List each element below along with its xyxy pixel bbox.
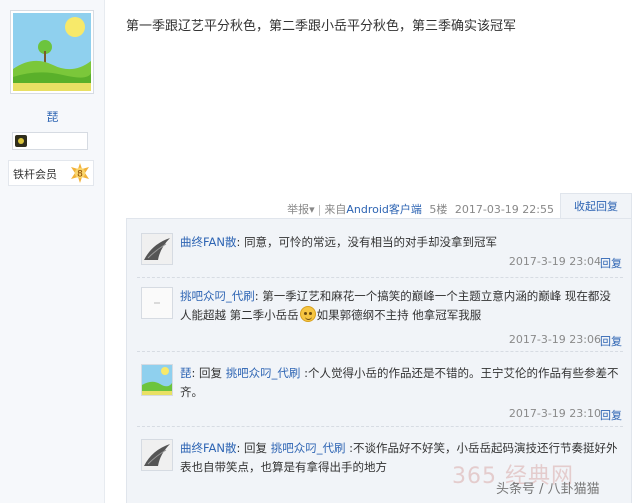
reply-item: 曲终FAN散: 同意，可怜的常远，没有相当的对手却没拿到冠军 2017-3-19…: [137, 231, 623, 271]
source-label-prefix: 来自: [324, 203, 347, 216]
reply-separator: :: [236, 235, 245, 249]
author-name[interactable]: 琵: [0, 108, 105, 125]
bird-avatar-image: [142, 440, 172, 470]
reply-to-label: : 回复: [236, 441, 271, 455]
reply-button[interactable]: 回复: [600, 333, 622, 349]
author-badge[interactable]: [12, 132, 88, 150]
source-watermark: 头条号 / 八卦猫猫: [496, 482, 600, 497]
bird-avatar-image: [142, 234, 172, 264]
reply-divider: [137, 426, 623, 427]
collapse-replies-button[interactable]: 收起回复: [560, 193, 632, 219]
source-client-link[interactable]: Android客户端: [346, 203, 422, 216]
floor-number: 5楼: [429, 203, 448, 216]
reply-divider: [137, 351, 623, 352]
reply-avatar[interactable]: [141, 233, 173, 265]
reply-text: 挑吧众叼_代刷: 第一季辽艺和麻花一个搞笑的巅峰一个主题立意内涵的巅峰 现在都没…: [180, 287, 620, 325]
default-avatar-image: [142, 288, 172, 318]
reply-to-label: : 回复: [191, 366, 226, 380]
member-label: 铁杆会员: [13, 168, 57, 181]
reply-target-username[interactable]: 挑吧众叼_代刷: [271, 441, 346, 455]
badge-icon: [15, 135, 27, 147]
member-level-row[interactable]: 铁杆会员 8: [8, 160, 94, 186]
reply-target-username[interactable]: 挑吧众叼_代刷: [226, 366, 301, 380]
report-link[interactable]: 举报▾: [287, 203, 315, 216]
reply-username[interactable]: 曲终FAN散: [180, 235, 237, 249]
post-page: 琵 铁杆会员 8 第一季跟辽艺平分秋色，第二季跟小岳平分秋色，第三季确实该冠军 …: [0, 0, 640, 503]
post-time: 2017-03-19 22:55: [454, 203, 554, 216]
reply-text: 琵: 回复 挑吧众叼_代刷 :个人觉得小岳的作品还是不错的。王宁艾伦的作品有些参…: [180, 364, 620, 402]
reply-button[interactable]: 回复: [600, 255, 622, 271]
post-content: 第一季跟辽艺平分秋色，第二季跟小岳平分秋色，第三季确实该冠军: [126, 19, 517, 34]
reply-divider: [137, 277, 623, 278]
reply-avatar[interactable]: [141, 364, 173, 396]
reply-avatar[interactable]: [141, 439, 173, 471]
reply-username[interactable]: 琵: [180, 366, 192, 380]
landscape-avatar-image: [142, 365, 172, 395]
landscape-avatar-image: [13, 13, 91, 91]
reply-avatar[interactable]: [141, 287, 173, 319]
reply-text: 曲终FAN散: 同意，可怜的常远，没有相当的对手却没拿到冠军: [180, 233, 620, 252]
reply-item: 挑吧众叼_代刷: 第一季辽艺和麻花一个搞笑的巅峰一个主题立意内涵的巅峰 现在都没…: [137, 285, 623, 348]
post-meta: 举报▾ | 来自Android客户端 5楼 2017-03-19 22:55: [287, 201, 554, 217]
reply-item: 琵: 回复 挑吧众叼_代刷 :个人觉得小岳的作品还是不错的。王宁艾伦的作品有些参…: [137, 362, 623, 422]
author-avatar[interactable]: [10, 10, 94, 94]
author-panel: 琵 铁杆会员 8: [0, 0, 105, 503]
reply-content-continued: 如果郭德纲不主持 他拿冠军我服: [316, 308, 482, 322]
reply-button[interactable]: 回复: [600, 407, 622, 423]
smile-emoji-icon: [299, 306, 316, 322]
reply-time: 2017-3-19 23:10: [508, 407, 601, 420]
level-number: 8: [77, 170, 83, 180]
reply-username[interactable]: 挑吧众叼_代刷: [180, 289, 255, 303]
reply-time: 2017-3-19 23:04: [508, 255, 601, 268]
reply-time: 2017-3-19 23:06: [508, 333, 601, 346]
level-badge-icon: 8: [71, 163, 89, 183]
reply-username[interactable]: 曲终FAN散: [180, 441, 237, 455]
reply-content: 同意，可怜的常远，没有相当的对手却没拿到冠军: [244, 235, 498, 249]
meta-separator: |: [317, 203, 322, 216]
